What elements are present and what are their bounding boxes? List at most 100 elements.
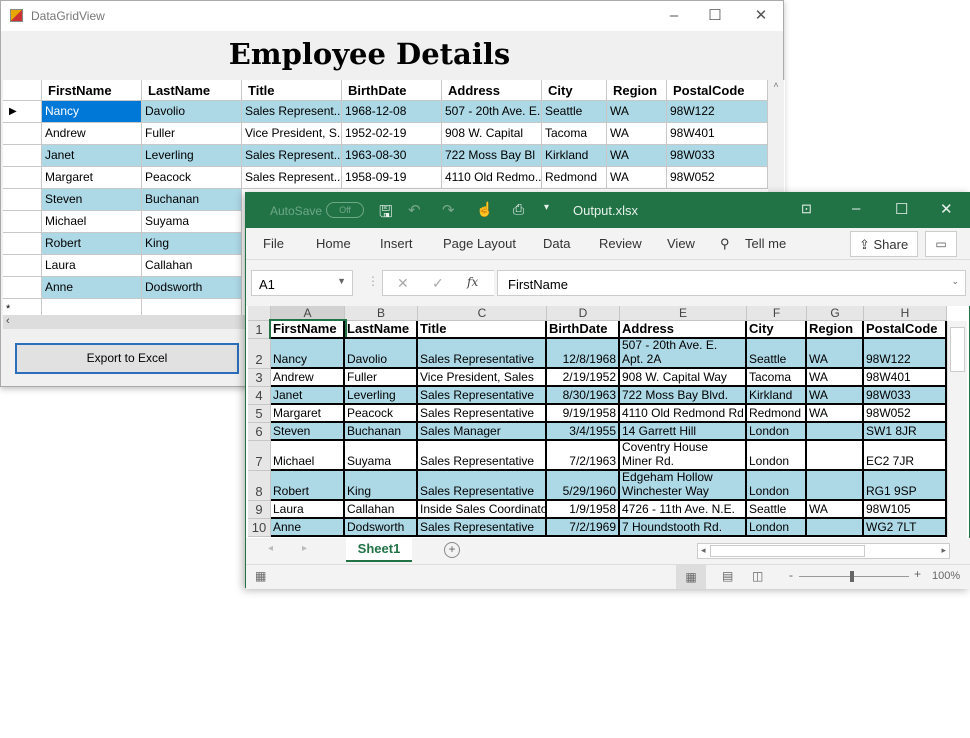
grid-cell[interactable]: Buchanan bbox=[142, 189, 242, 211]
cell[interactable]: 1/9/1958 bbox=[547, 501, 620, 519]
grid-cell[interactable]: Sales Represent... bbox=[242, 101, 342, 123]
grid-cell[interactable]: Anne bbox=[42, 277, 142, 299]
print-preview-icon[interactable]: ⎙ bbox=[513, 201, 524, 218]
comments-button[interactable]: ▭ bbox=[925, 231, 957, 257]
cell[interactable]: SW1 8JR bbox=[864, 423, 947, 441]
grid-cell[interactable]: 507 - 20th Ave. E... bbox=[442, 101, 542, 123]
column-header-b[interactable]: B bbox=[345, 306, 418, 321]
enter-icon[interactable]: ✓ bbox=[432, 275, 444, 292]
tab-file[interactable]: File bbox=[263, 236, 284, 251]
grid-cell[interactable]: WA bbox=[607, 145, 667, 167]
cell[interactable]: 7/2/1963 bbox=[547, 441, 620, 471]
cell[interactable]: Michael bbox=[271, 441, 345, 471]
grid-cell[interactable]: Vice President, S... bbox=[242, 123, 342, 145]
cell[interactable]: Sales Representative bbox=[418, 387, 547, 405]
cell[interactable] bbox=[807, 441, 864, 471]
cell[interactable]: 7 Houndstooth Rd. bbox=[620, 519, 747, 537]
cell[interactable]: Margaret bbox=[271, 405, 345, 423]
cell[interactable]: 5/29/1960 bbox=[547, 471, 620, 501]
minimize-button[interactable]: – bbox=[659, 5, 689, 27]
cell[interactable]: 722 Moss Bay Blvd. bbox=[620, 387, 747, 405]
ribbon-display-icon[interactable]: ⊡ bbox=[801, 201, 812, 217]
column-header[interactable]: Address bbox=[442, 80, 542, 101]
cell[interactable]: 98W401 bbox=[864, 369, 947, 387]
next-sheet-icon[interactable]: ▸ bbox=[302, 543, 307, 554]
grid-cell[interactable]: 1968-12-08 bbox=[342, 101, 442, 123]
cell[interactable]: Seattle bbox=[747, 501, 807, 519]
autosave-toggle[interactable]: Off bbox=[326, 202, 364, 218]
cell[interactable]: Inside Sales Coordinator bbox=[418, 501, 547, 519]
row-header[interactable]: 10 bbox=[248, 519, 271, 537]
grid-cell[interactable]: 98W122 bbox=[667, 101, 768, 123]
column-header-e[interactable]: E bbox=[620, 306, 747, 321]
select-all-corner[interactable] bbox=[248, 306, 271, 321]
grid-cell[interactable]: 908 W. Capital bbox=[442, 123, 542, 145]
cell[interactable]: Seattle bbox=[747, 339, 807, 369]
row-header[interactable]: 6 bbox=[248, 423, 271, 441]
row-header[interactable] bbox=[3, 233, 42, 255]
horizontal-scrollbar[interactable]: ◂ ▸ bbox=[697, 543, 950, 559]
grid-cell[interactable]: Andrew bbox=[42, 123, 142, 145]
column-header-h[interactable]: H bbox=[864, 306, 947, 321]
grid-cell[interactable]: Peacock bbox=[142, 167, 242, 189]
header-cell[interactable]: Address bbox=[620, 321, 747, 339]
grid-cell[interactable]: 1958-09-19 bbox=[342, 167, 442, 189]
cell[interactable]: 98W105 bbox=[864, 501, 947, 519]
cell[interactable]: 8/30/1963 bbox=[547, 387, 620, 405]
cell[interactable]: Janet bbox=[271, 387, 345, 405]
grid-cell[interactable]: 1963-08-30 bbox=[342, 145, 442, 167]
cell[interactable]: Robert bbox=[271, 471, 345, 501]
share-button[interactable]: ⇪ Share bbox=[850, 231, 918, 257]
cell[interactable]: Dodsworth bbox=[345, 519, 418, 537]
grid-cell[interactable]: 98W033 bbox=[667, 145, 768, 167]
prev-sheet-icon[interactable]: ◂ bbox=[268, 543, 273, 554]
cell[interactable] bbox=[807, 471, 864, 501]
grid-cell[interactable]: Tacoma bbox=[542, 123, 607, 145]
cell[interactable] bbox=[807, 519, 864, 537]
header-cell[interactable]: City bbox=[747, 321, 807, 339]
cell[interactable]: King bbox=[345, 471, 418, 501]
grid-cell[interactable]: Callahan bbox=[142, 255, 242, 277]
name-box[interactable]: A1 ▼ bbox=[251, 270, 353, 296]
grid-cell[interactable]: Dodsworth bbox=[142, 277, 242, 299]
row-header[interactable]: 3 bbox=[248, 369, 271, 387]
cell[interactable]: RG1 9SP bbox=[864, 471, 947, 501]
cell[interactable]: Coventry House Miner Rd. bbox=[620, 441, 747, 471]
cell[interactable]: 4726 - 11th Ave. N.E. bbox=[620, 501, 747, 519]
normal-view-icon[interactable]: ▦ bbox=[676, 565, 706, 589]
grid-cell[interactable]: Seattle bbox=[542, 101, 607, 123]
cell[interactable] bbox=[807, 423, 864, 441]
column-header[interactable]: Title bbox=[242, 80, 342, 101]
cell[interactable]: Callahan bbox=[345, 501, 418, 519]
grid-cell[interactable]: King bbox=[142, 233, 242, 255]
grid-cell[interactable]: Laura bbox=[42, 255, 142, 277]
row-header[interactable]: 4 bbox=[248, 387, 271, 405]
row-header[interactable]: 8 bbox=[248, 471, 271, 501]
grid-cell[interactable]: Margaret bbox=[42, 167, 142, 189]
row-header[interactable] bbox=[3, 211, 42, 233]
cell[interactable]: Buchanan bbox=[345, 423, 418, 441]
grid-cell[interactable]: Fuller bbox=[142, 123, 242, 145]
zoom-slider-thumb[interactable] bbox=[850, 571, 854, 582]
grid-cell[interactable]: 98W401 bbox=[667, 123, 768, 145]
column-header-c[interactable]: C bbox=[418, 306, 547, 321]
formula-input[interactable]: FirstName ⌄ bbox=[497, 270, 966, 296]
cell[interactable]: London bbox=[747, 519, 807, 537]
cell[interactable]: WA bbox=[807, 405, 864, 423]
cell[interactable]: 3/4/1955 bbox=[547, 423, 620, 441]
cell[interactable]: Tacoma bbox=[747, 369, 807, 387]
row-header[interactable] bbox=[3, 277, 42, 299]
cell[interactable]: Suyama bbox=[345, 441, 418, 471]
page-layout-view-icon[interactable]: ▤ bbox=[722, 569, 733, 583]
header-cell[interactable]: BirthDate bbox=[547, 321, 620, 339]
header-cell[interactable]: LastName bbox=[345, 321, 418, 339]
cell[interactable]: Kirkland bbox=[747, 387, 807, 405]
grid-cell[interactable]: Davolio bbox=[142, 101, 242, 123]
row-header[interactable]: 5 bbox=[248, 405, 271, 423]
cell[interactable]: London bbox=[747, 471, 807, 501]
tab-review[interactable]: Review bbox=[599, 236, 642, 251]
sheet-tab-sheet1[interactable]: Sheet1 bbox=[346, 538, 412, 562]
cell[interactable]: Vice President, Sales bbox=[418, 369, 547, 387]
cell[interactable]: Steven bbox=[271, 423, 345, 441]
grid-cell[interactable]: 722 Moss Bay Bl bbox=[442, 145, 542, 167]
